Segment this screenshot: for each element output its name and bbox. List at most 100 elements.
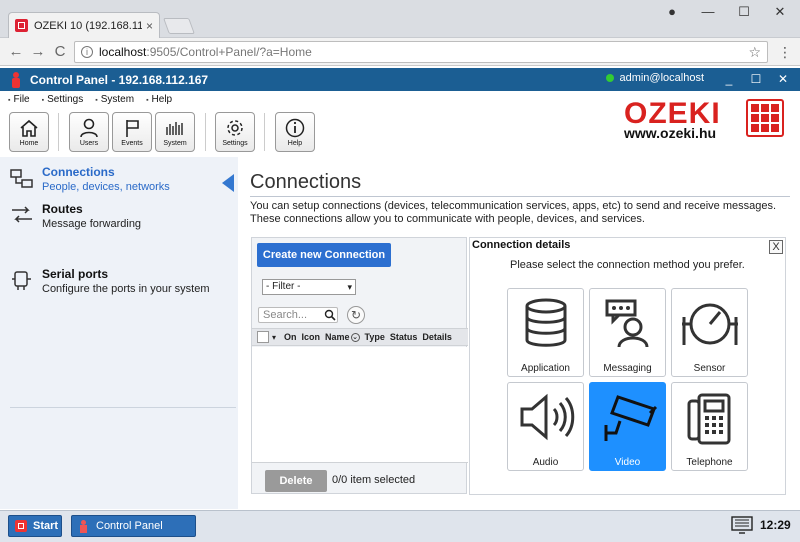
page-title: Connections (250, 171, 362, 193)
connections-icon (10, 169, 33, 188)
app-title-bar: Control Panel - 192.168.112.167 admin@lo… (0, 68, 800, 91)
account-icon[interactable]: ● (654, 2, 690, 22)
method-audio[interactable]: Audio (507, 382, 584, 471)
user-name: admin@localhost (619, 72, 704, 84)
title-underline (250, 196, 790, 197)
details-close-button[interactable]: X (769, 240, 783, 254)
method-label: Audio (532, 457, 559, 468)
events-button[interactable]: Events (112, 112, 152, 152)
browser-tab[interactable]: OZEKI 10 (192.168.112.16 × (8, 12, 160, 38)
ozeki-favicon-icon (15, 19, 28, 32)
window-maximize-button[interactable]: ☐ (726, 2, 762, 22)
task-label: Control Panel (96, 520, 163, 532)
window-close-button[interactable]: ✕ (762, 2, 798, 22)
help-button[interactable]: Help (275, 112, 315, 152)
table-body (252, 347, 468, 463)
column-on[interactable]: On (284, 332, 297, 342)
column-details[interactable]: Details (422, 332, 452, 342)
sort-icon[interactable]: ⌄ (350, 333, 360, 343)
method-label: Video (614, 457, 641, 468)
method-sensor[interactable]: Sensor (671, 288, 748, 377)
users-button[interactable]: Users (69, 112, 109, 152)
user-status[interactable]: admin@localhost (606, 72, 704, 84)
new-tab-button[interactable] (163, 18, 195, 34)
column-status[interactable]: Status (390, 332, 418, 342)
delete-button[interactable]: Delete (265, 470, 327, 492)
online-status-icon (606, 74, 615, 82)
ozeki-logo: OZEKI www.ozeki.hu (622, 97, 788, 143)
select-all-checkbox[interactable] (257, 331, 269, 343)
settings-button[interactable]: Settings (215, 112, 255, 152)
sidebar: Connections People, devices, networks Ro… (0, 157, 238, 509)
flag-icon (126, 120, 139, 137)
browser-menu-icon[interactable]: ⋮ (778, 43, 792, 61)
method-label: Application (521, 363, 570, 374)
page-description: You can setup connections (devices, tele… (250, 200, 777, 225)
messaging-icon (605, 299, 648, 348)
main-content: Connections You can setup connections (d… (238, 157, 800, 509)
ozeki-person-icon (10, 71, 22, 88)
camera-icon (604, 395, 657, 441)
menu-system[interactable]: System (95, 92, 134, 108)
ozeki-person-icon (80, 519, 88, 533)
tab-close-icon[interactable]: × (146, 19, 153, 33)
filter-select[interactable]: - Filter - (262, 279, 356, 295)
sidebar-item-connections[interactable]: Connections People, devices, networks (0, 165, 238, 201)
sidebar-item-title: Routes (42, 202, 83, 216)
sidebar-item-routes[interactable]: Routes Message forwarding (0, 202, 238, 238)
settings-label: Settings (222, 140, 248, 147)
tab-title: OZEKI 10 (192.168.112.16 (34, 19, 142, 32)
bookmark-star-icon[interactable]: ☆ (748, 44, 761, 61)
column-icon[interactable]: Icon (302, 332, 321, 342)
address-bar-row: ← → C i localhost:9505/Control+Panel/?a=… (0, 38, 800, 66)
app-title: Control Panel - 192.168.112.167 (30, 72, 209, 87)
method-telephone[interactable]: Telephone (671, 382, 748, 471)
window-minimize-button[interactable]: — (690, 2, 726, 22)
app-minimize-button[interactable]: _ (718, 69, 740, 89)
events-label: Events (121, 140, 143, 147)
routes-icon (12, 206, 32, 223)
refresh-icon[interactable]: ↻ (347, 306, 365, 324)
toolbar-divider (264, 113, 265, 151)
menu-file[interactable]: File (8, 92, 29, 108)
keypad-logo-icon (746, 99, 784, 137)
list-footer: Delete 0/0 item selected (252, 462, 468, 495)
taskbar: Start Control Panel 12:29 (0, 510, 800, 542)
connection-details-panel: Connection details X Please select the c… (469, 237, 786, 495)
url-input[interactable]: i localhost:9505/Control+Panel/?a=Home ☆ (74, 41, 768, 63)
search-icon[interactable] (324, 309, 336, 321)
column-name[interactable]: Name ⌄ (325, 332, 360, 343)
app-maximize-button[interactable]: ☐ (745, 69, 767, 89)
info-icon (285, 118, 305, 138)
system-button[interactable]: System (155, 112, 195, 152)
selected-count: 0/0 item selected (332, 474, 416, 486)
speaker-icon (520, 393, 574, 441)
taskbar-control-panel[interactable]: Control Panel (71, 515, 196, 537)
table-header: ▾ On Icon Name ⌄ Type Status Details (252, 328, 468, 346)
sidebar-item-serial-ports[interactable]: Serial ports Configure the ports in your… (0, 267, 238, 303)
sidebar-item-subtitle: People, devices, networks (42, 181, 170, 193)
clock: 12:29 (760, 518, 791, 532)
back-button[interactable]: ← (6, 42, 26, 62)
brand-url: www.ozeki.hu (624, 125, 717, 141)
app-close-button[interactable]: ✕ (772, 69, 794, 89)
details-title: Connection details (472, 239, 571, 251)
users-label: Users (79, 140, 99, 147)
home-button[interactable]: Home (9, 112, 49, 152)
site-info-icon[interactable]: i (81, 46, 93, 58)
method-video[interactable]: Video (589, 382, 666, 471)
details-prompt: Please select the connection method you … (510, 259, 745, 271)
method-messaging[interactable]: Messaging (589, 288, 666, 377)
gauge-icon (681, 303, 738, 345)
menu-help[interactable]: Help (146, 92, 173, 108)
select-menu-icon[interactable]: ▾ (272, 333, 276, 342)
monitor-icon[interactable] (731, 516, 753, 534)
home-label: Home (19, 140, 39, 147)
reload-button[interactable]: C (50, 42, 70, 62)
method-application[interactable]: Application (507, 288, 584, 377)
forward-button[interactable]: → (28, 42, 48, 62)
start-button[interactable]: Start (8, 515, 62, 537)
menu-settings[interactable]: Settings (42, 92, 83, 108)
column-type[interactable]: Type (365, 332, 385, 342)
create-connection-button[interactable]: Create new Connection (257, 243, 391, 267)
